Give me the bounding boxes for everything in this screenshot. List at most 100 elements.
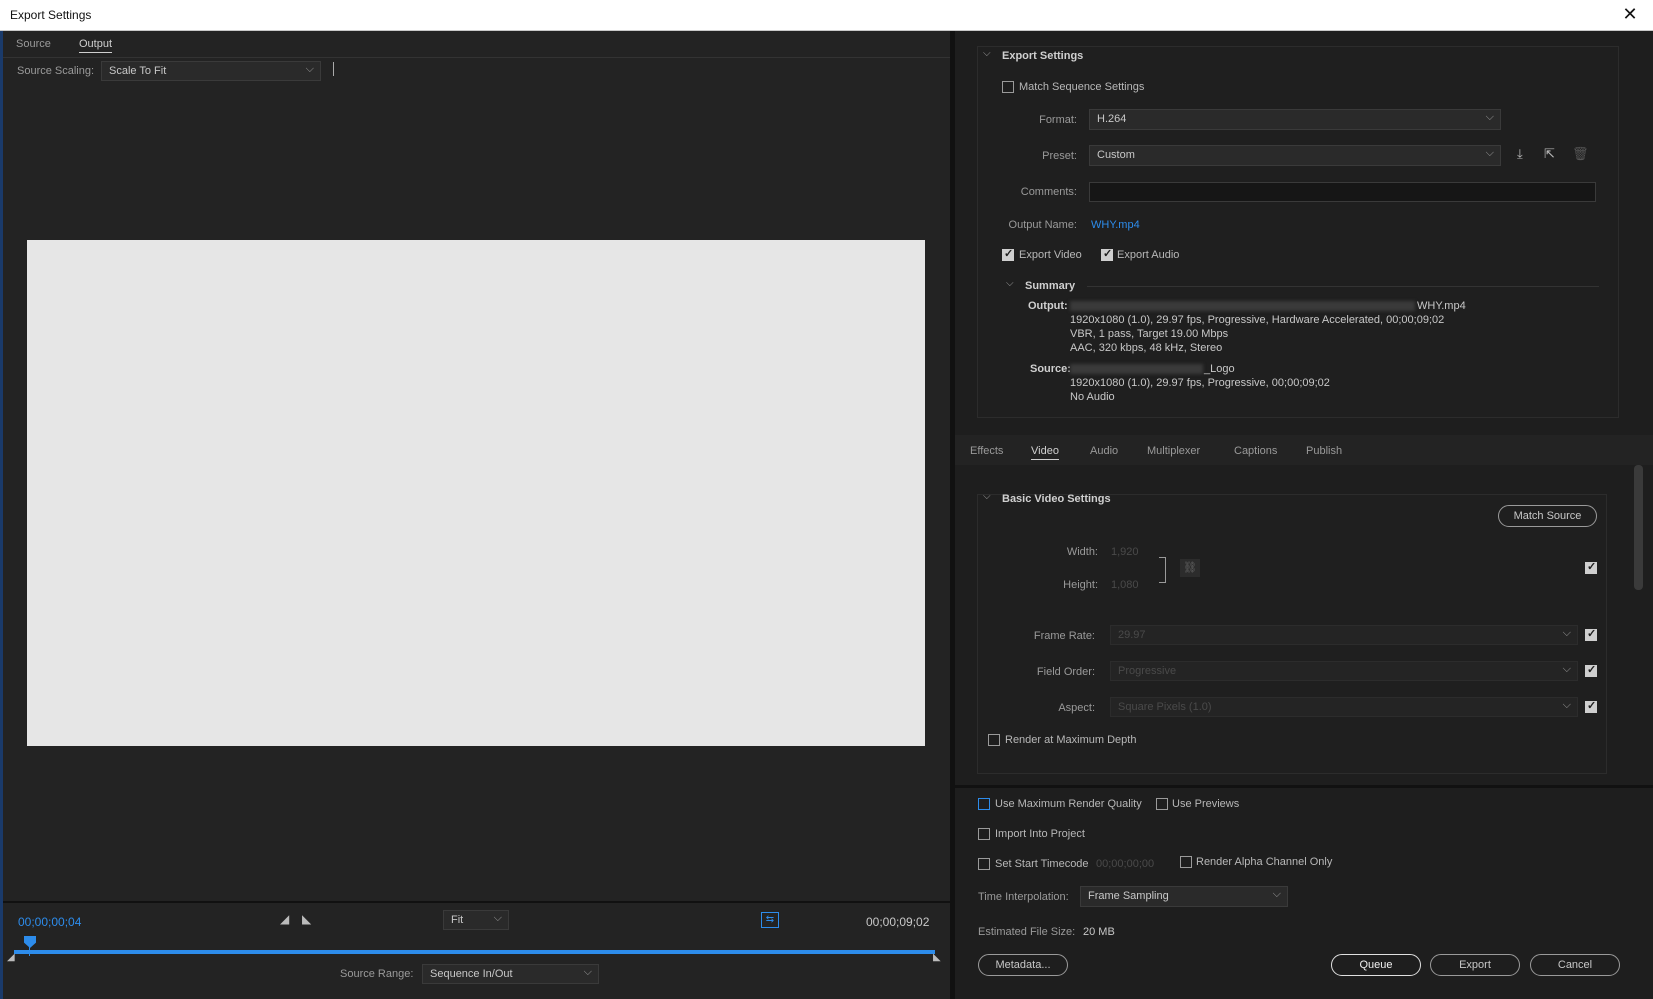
render-alpha-label: Render Alpha Channel Only — [1196, 856, 1333, 868]
format-value: H.264 — [1097, 113, 1127, 125]
end-timecode: 00;00;09;02 — [866, 915, 930, 929]
cursor-caret — [333, 62, 334, 76]
estimated-size-label: Estimated File Size: — [978, 926, 1076, 938]
source-scaling-select[interactable]: Scale To Fit ⌵ — [101, 61, 321, 81]
match-source-button[interactable]: Match Source — [1498, 505, 1597, 527]
zoom-value: Fit — [451, 914, 464, 926]
summary-output-line: AAC, 320 kbps, 48 kHz, Stereo — [1070, 342, 1223, 354]
comments-label: Comments: — [1020, 186, 1077, 198]
comments-input[interactable] — [1089, 182, 1596, 202]
time-interpolation-label: Time Interpolation: — [978, 891, 1069, 903]
delete-preset-icon[interactable]: 🗑 — [1572, 146, 1589, 162]
use-previews-checkbox[interactable] — [1156, 798, 1168, 810]
chevron-down-icon: ⌵ — [493, 912, 502, 924]
field-order-select[interactable]: Progressive ⌵ — [1110, 661, 1578, 681]
tab-effects[interactable]: Effects — [970, 445, 1003, 457]
export-audio-label: Export Audio — [1117, 249, 1180, 261]
chain-link-icon[interactable]: ⛓ — [1180, 559, 1200, 577]
tab-source[interactable]: Source — [16, 38, 51, 50]
summary-rule — [1087, 286, 1599, 287]
use-previews-label: Use Previews — [1172, 798, 1240, 810]
tab-publish[interactable]: Publish — [1306, 445, 1342, 457]
summary-source-line: 1920x1080 (1.0), 29.97 fps, Progressive,… — [1070, 377, 1330, 389]
use-max-render-checkbox[interactable] — [978, 798, 990, 810]
collapse-chevron-icon[interactable]: ⌵ — [983, 48, 991, 59]
settings-tab-bar — [955, 435, 1653, 465]
field-order-label: Field Order: — [1036, 666, 1095, 678]
aspect-checkbox[interactable] — [1585, 699, 1597, 713]
export-settings-title: Export Settings — [1002, 50, 1084, 62]
import-into-project-checkbox[interactable] — [978, 828, 990, 840]
width-label: Width: — [1066, 546, 1098, 558]
tab-audio[interactable]: Audio — [1090, 445, 1118, 457]
out-point-icon[interactable]: ◣ — [933, 952, 941, 963]
summary-output-line: 1920x1080 (1.0), 29.97 fps, Progressive,… — [1070, 314, 1445, 326]
source-range-select[interactable]: Sequence In/Out ⌵ — [422, 964, 599, 984]
start-timecode-value[interactable]: 00;00;00;00 — [1096, 858, 1154, 870]
mark-out-icon[interactable]: ◣ — [302, 912, 311, 926]
output-name-link[interactable]: WHY.mp4 — [1091, 219, 1140, 231]
frame-rate-checkbox[interactable] — [1585, 627, 1597, 641]
estimated-size-value: 20 MB — [1083, 926, 1115, 938]
width-value: 1,920 — [1111, 546, 1139, 558]
mark-in-icon[interactable]: ◢ — [280, 912, 289, 926]
aspect-ratio-correction-icon[interactable]: ⇆ — [761, 912, 779, 928]
in-point-icon[interactable]: ◢ — [7, 952, 15, 963]
window-title: Export Settings — [10, 8, 92, 22]
timeline-divider — [3, 901, 950, 903]
playhead-line — [29, 946, 30, 956]
field-order-checkbox[interactable] — [1585, 663, 1597, 677]
width-height-checkbox[interactable] — [1585, 560, 1597, 574]
export-audio-checkbox[interactable] — [1101, 247, 1113, 261]
frame-rate-label: Frame Rate: — [1033, 630, 1095, 642]
source-scaling-label: Source Scaling: — [17, 65, 95, 77]
chevron-down-icon: ⌵ — [1562, 699, 1571, 711]
settings-scrollbar[interactable] — [1634, 465, 1643, 590]
preset-select[interactable]: Custom ⌵ — [1089, 145, 1501, 166]
chevron-down-icon: ⌵ — [1562, 663, 1571, 675]
save-preset-icon[interactable]: ⤓ — [1517, 146, 1523, 162]
summary-title: Summary — [1025, 280, 1076, 292]
source-range-value: Sequence In/Out — [430, 968, 513, 980]
render-alpha-checkbox[interactable] — [1180, 856, 1192, 868]
match-sequence-checkbox[interactable] — [1002, 81, 1014, 93]
title-bar: Export Settings ✕ — [0, 0, 1653, 31]
metadata-button[interactable]: Metadata... — [978, 954, 1068, 976]
height-value: 1,080 — [1111, 579, 1139, 591]
summary-chevron-icon[interactable]: ⌵ — [1006, 278, 1014, 289]
time-interpolation-select[interactable]: Frame Sampling ⌵ — [1080, 886, 1288, 907]
frame-rate-select[interactable]: 29.97 ⌵ — [1110, 625, 1578, 645]
export-video-checkbox[interactable] — [1002, 247, 1014, 261]
timeline-bar[interactable] — [14, 950, 935, 954]
import-into-project-label: Import Into Project — [995, 828, 1085, 840]
tab-video[interactable]: Video — [1031, 445, 1059, 460]
render-max-depth-label: Render at Maximum Depth — [1005, 734, 1137, 746]
render-max-depth-checkbox[interactable] — [988, 734, 1000, 746]
basic-video-title: Basic Video Settings — [1002, 493, 1111, 505]
close-icon[interactable]: ✕ — [1617, 2, 1643, 26]
tab-output[interactable]: Output — [79, 38, 113, 53]
current-timecode[interactable]: 00;00;00;04 — [18, 915, 81, 929]
queue-button[interactable]: Queue — [1331, 954, 1421, 976]
summary-source-name: _Logo — [1204, 363, 1235, 375]
link-bracket — [1159, 557, 1166, 583]
export-button[interactable]: Export — [1430, 954, 1520, 976]
set-start-timecode-checkbox[interactable] — [978, 858, 990, 870]
frame-rate-value: 29.97 — [1118, 629, 1146, 641]
format-select[interactable]: H.264 ⌵ — [1089, 109, 1501, 130]
import-preset-icon[interactable]: ⇱ — [1544, 146, 1555, 162]
chevron-down-icon: ⌵ — [1562, 627, 1571, 639]
aspect-label: Aspect: — [1058, 702, 1095, 714]
tab-multiplexer[interactable]: Multiplexer — [1147, 445, 1200, 457]
tab-captions[interactable]: Captions — [1234, 445, 1277, 457]
bottom-divider — [955, 785, 1653, 788]
source-scaling-value: Scale To Fit — [109, 65, 167, 77]
height-label: Height: — [1063, 579, 1098, 591]
match-sequence-label: Match Sequence Settings — [1019, 81, 1145, 93]
collapse-chevron-icon[interactable]: ⌵ — [983, 491, 991, 502]
source-range-label: Source Range: — [340, 968, 414, 980]
zoom-select[interactable]: Fit ⌵ — [443, 910, 509, 930]
aspect-select[interactable]: Square Pixels (1.0) ⌵ — [1110, 697, 1578, 717]
cancel-button[interactable]: Cancel — [1530, 954, 1620, 976]
summary-output-file: WHY.mp4 — [1417, 300, 1466, 312]
